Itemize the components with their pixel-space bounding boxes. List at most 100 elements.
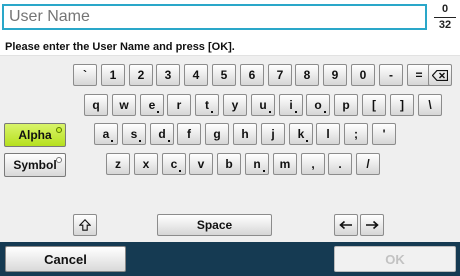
shift-button[interactable] — [73, 214, 97, 236]
key-button[interactable]: q — [84, 94, 108, 116]
key-button[interactable]: 7 — [268, 64, 292, 86]
key-label: n — [253, 157, 266, 172]
key-button[interactable]: u — [251, 94, 275, 116]
key-label: i — [289, 98, 298, 113]
key-button[interactable]: k — [289, 123, 313, 145]
key-label: q — [92, 98, 100, 112]
key-button[interactable]: f — [177, 123, 201, 145]
char-count-max: 32 — [438, 19, 452, 31]
key-button[interactable]: 2 — [129, 64, 153, 86]
key-button[interactable]: 9 — [323, 64, 347, 86]
key-button[interactable]: v — [189, 153, 213, 175]
key-button[interactable]: i — [279, 94, 303, 116]
key-button[interactable]: e — [140, 94, 164, 116]
key-button[interactable]: 6 — [240, 64, 264, 86]
cursor-right-button[interactable] — [360, 214, 384, 236]
cancel-button[interactable]: Cancel — [5, 246, 126, 272]
key-label: g — [213, 127, 221, 141]
key-button[interactable]: a — [94, 123, 118, 145]
key-button[interactable]: ] — [390, 94, 414, 116]
arrow-left-icon — [339, 220, 352, 230]
key-label: . — [338, 157, 342, 171]
footer-bar: Cancel OK — [0, 242, 460, 276]
key-button[interactable]: ` — [73, 64, 97, 86]
key-button[interactable]: l — [316, 123, 340, 145]
key-label: c — [170, 157, 181, 172]
cancel-label: Cancel — [44, 251, 87, 267]
key-button[interactable]: b — [217, 153, 241, 175]
key-label: a — [102, 127, 113, 142]
key-label: ' — [382, 127, 386, 141]
backspace-button[interactable] — [428, 64, 452, 86]
key-label: 2 — [137, 68, 145, 82]
key-button[interactable]: 1 — [101, 64, 125, 86]
key-label: h — [241, 127, 249, 141]
key-button[interactable]: \ — [418, 94, 442, 116]
space-label: Space — [196, 218, 233, 232]
user-name-input[interactable] — [2, 4, 427, 30]
key-label: k — [297, 127, 308, 142]
key-button[interactable]: / — [356, 153, 380, 175]
key-label: ; — [354, 127, 358, 141]
key-button[interactable]: y — [223, 94, 247, 116]
key-button[interactable]: g — [205, 123, 229, 145]
key-label: / — [366, 157, 370, 171]
key-label: 9 — [331, 68, 339, 82]
key-button[interactable]: m — [273, 153, 297, 175]
key-button[interactable]: n — [245, 153, 269, 175]
key-button[interactable]: 0 — [351, 64, 375, 86]
key-label: p — [342, 98, 350, 112]
key-label: 0 — [359, 68, 367, 82]
key-button[interactable]: 5 — [212, 64, 236, 86]
key-button[interactable]: ; — [344, 123, 368, 145]
key-label: 8 — [303, 68, 311, 82]
key-label: 4 — [192, 68, 200, 82]
key-label: \ — [428, 98, 432, 112]
key-button[interactable]: d — [150, 123, 174, 145]
key-button[interactable]: z — [106, 153, 130, 175]
symbol-mode-button[interactable]: Symbol — [4, 153, 66, 177]
key-label: l — [326, 127, 330, 141]
key-label: m — [279, 157, 291, 171]
key-button[interactable]: 3 — [156, 64, 180, 86]
key-button[interactable]: p — [334, 94, 358, 116]
key-label: ] — [400, 98, 404, 112]
key-button[interactable]: - — [379, 64, 403, 86]
key-label: 1 — [109, 68, 117, 82]
key-button[interactable]: c — [162, 153, 186, 175]
key-button[interactable]: r — [167, 94, 191, 116]
key-label: r — [176, 98, 182, 112]
key-label: 7 — [276, 68, 284, 82]
key-label: 5 — [220, 68, 228, 82]
key-button[interactable]: . — [328, 153, 352, 175]
key-label: s — [130, 127, 141, 142]
shift-up-icon — [79, 219, 91, 231]
key-label: w — [119, 98, 129, 112]
key-button[interactable]: j — [261, 123, 285, 145]
key-button[interactable]: [ — [362, 94, 386, 116]
key-button[interactable]: 4 — [184, 64, 208, 86]
space-button[interactable]: Space — [157, 214, 272, 236]
symbol-indicator-icon — [56, 157, 62, 163]
key-button[interactable]: t — [195, 94, 219, 116]
key-button[interactable]: , — [301, 153, 325, 175]
key-button[interactable]: ' — [372, 123, 396, 145]
ok-button[interactable]: OK — [334, 246, 456, 272]
key-label: e — [148, 98, 159, 113]
key-button[interactable]: o — [306, 94, 330, 116]
instruction-text: Please enter the User Name and press [OK… — [5, 41, 235, 53]
key-label: - — [389, 68, 393, 82]
cursor-left-button[interactable] — [334, 214, 358, 236]
key-button[interactable]: x — [134, 153, 158, 175]
key-label: j — [271, 127, 275, 141]
key-label: y — [231, 98, 239, 112]
alpha-indicator-icon — [56, 127, 62, 133]
key-button[interactable]: s — [122, 123, 146, 145]
key-button[interactable]: w — [112, 94, 136, 116]
key-label: 6 — [248, 68, 256, 82]
alpha-mode-button[interactable]: Alpha — [4, 123, 66, 147]
char-count-current: 0 — [441, 3, 449, 15]
key-button[interactable]: h — [233, 123, 257, 145]
char-counter: 0 32 — [432, 3, 458, 32]
key-button[interactable]: 8 — [295, 64, 319, 86]
